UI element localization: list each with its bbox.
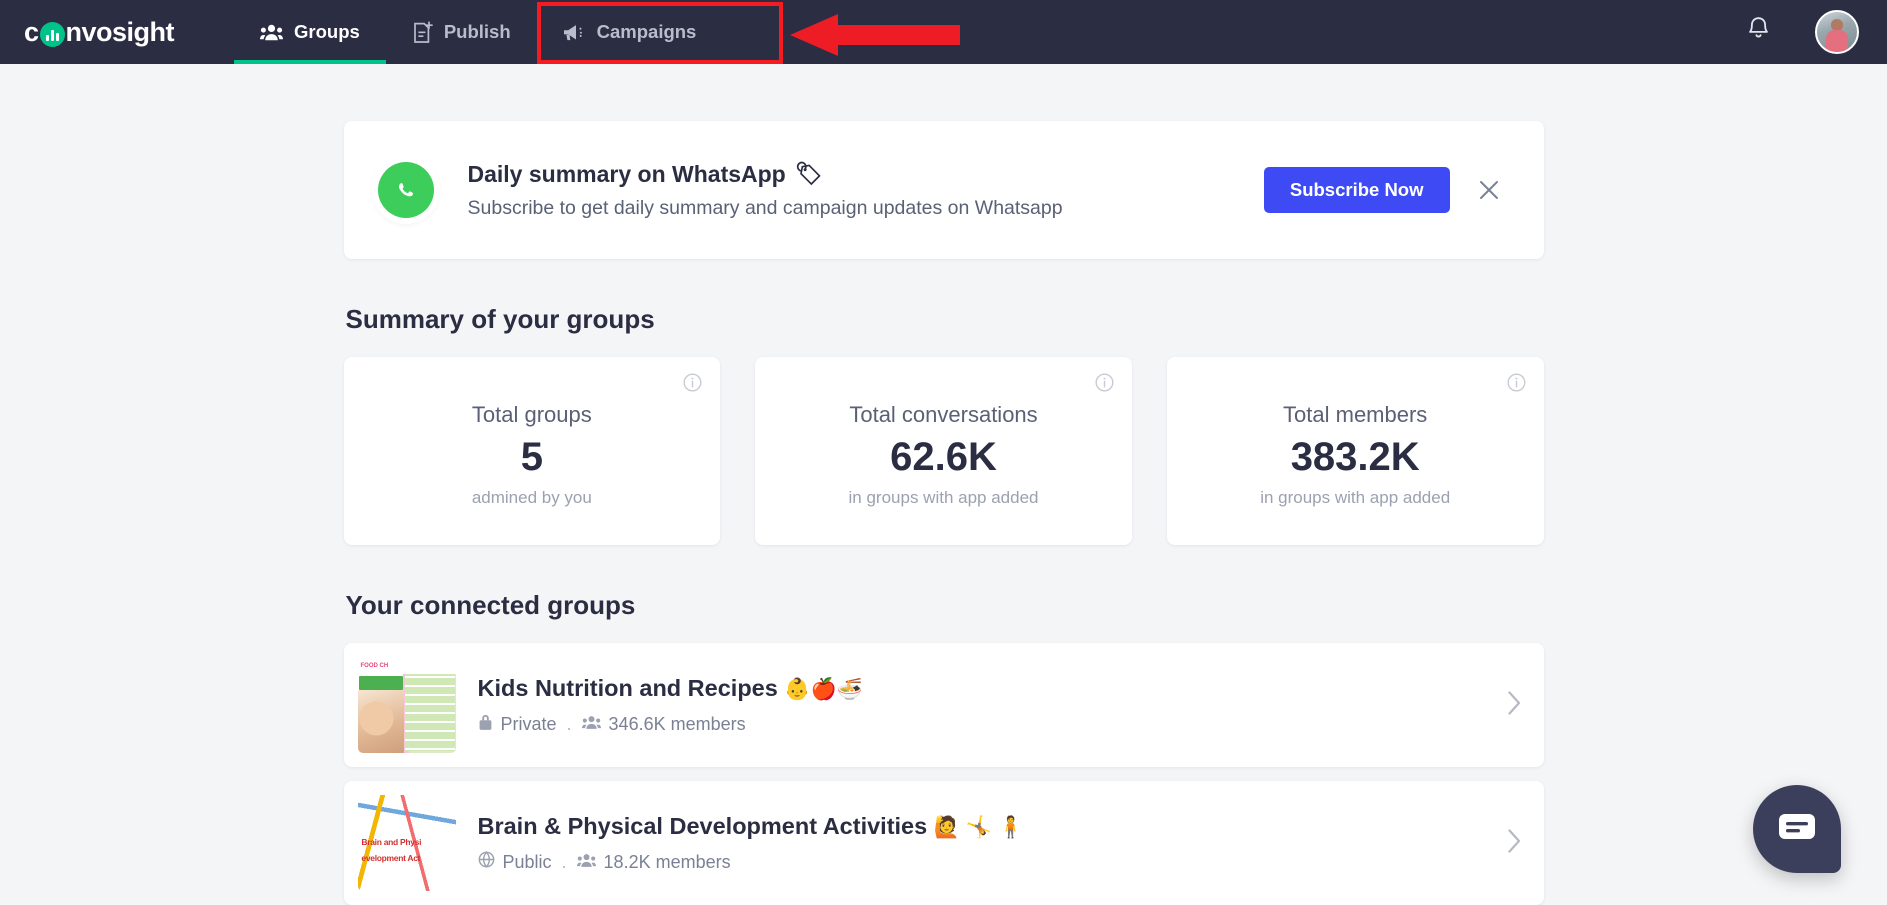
group-thumbnail: FOOD CH bbox=[357, 657, 456, 753]
nav-tab-groups-label: Groups bbox=[294, 21, 360, 42]
top-navigation-bar: c nvosight Groups Publish Campaigns bbox=[0, 0, 1887, 64]
stat-label: Total conversations bbox=[849, 402, 1038, 427]
info-icon[interactable] bbox=[1507, 373, 1526, 397]
people-icon bbox=[581, 714, 601, 735]
nav-tab-publish-label: Publish bbox=[443, 21, 511, 42]
nav-tab-groups[interactable]: Groups bbox=[234, 0, 386, 64]
connected-groups-heading: Your connected groups bbox=[345, 590, 636, 620]
app-logo[interactable]: c nvosight bbox=[24, 0, 175, 64]
group-name-row: Brain & Physical Development Activities … bbox=[478, 813, 1493, 840]
group-privacy: Public bbox=[478, 851, 552, 873]
content-container: Daily summary on WhatsApp 🏷 Subscribe to… bbox=[343, 64, 1544, 905]
summary-stat-cards: Total groups 5 admined by you Total conv… bbox=[343, 357, 1544, 545]
stat-label: Total members bbox=[1283, 402, 1428, 427]
whatsapp-summary-banner: Daily summary on WhatsApp 🏷 Subscribe to… bbox=[343, 121, 1544, 259]
user-avatar[interactable] bbox=[1815, 10, 1859, 54]
banner-title: Daily summary on WhatsApp bbox=[467, 160, 786, 187]
stat-card-total-conversations: Total conversations 62.6K in groups with… bbox=[755, 357, 1132, 545]
thumbnail-tagline bbox=[359, 676, 403, 690]
group-members: 346.6K members bbox=[581, 713, 746, 735]
stat-footnote: in groups with app added bbox=[848, 488, 1039, 507]
subscribe-now-button[interactable]: Subscribe Now bbox=[1263, 167, 1450, 213]
group-info: Brain & Physical Development Activities … bbox=[478, 813, 1493, 873]
chat-bubble-icon bbox=[1778, 812, 1816, 847]
banner-title-row: Daily summary on WhatsApp 🏷 bbox=[468, 161, 1264, 188]
logo-text-before: c bbox=[24, 16, 39, 47]
page-body: Daily summary on WhatsApp 🏷 Subscribe to… bbox=[0, 64, 1887, 905]
nav-tab-publish[interactable]: Publish bbox=[386, 0, 537, 64]
stat-label: Total groups bbox=[471, 402, 592, 427]
stat-footnote: in groups with app added bbox=[1260, 488, 1451, 507]
megaphone-icon bbox=[563, 23, 586, 42]
chevron-right-icon[interactable] bbox=[1493, 690, 1522, 721]
group-meta: Public . 18.2K members bbox=[478, 851, 1493, 873]
nav-tab-campaigns-label: Campaigns bbox=[596, 21, 697, 42]
group-meta: Private . 346.6K members bbox=[478, 713, 1493, 736]
nav-tab-campaigns[interactable]: Campaigns bbox=[537, 0, 723, 64]
logo-text: c nvosight bbox=[24, 16, 175, 48]
group-name: Kids Nutrition and Recipes bbox=[477, 674, 778, 701]
banner-text: Daily summary on WhatsApp 🏷 Subscribe to… bbox=[468, 161, 1264, 220]
nav-right-actions bbox=[1746, 10, 1859, 54]
group-privacy-label: Public bbox=[502, 851, 552, 872]
tag-emoji-icon: 🏷 bbox=[794, 161, 823, 186]
globe-icon bbox=[478, 851, 495, 873]
stat-card-total-members: Total members 383.2K in groups with app … bbox=[1166, 357, 1544, 545]
group-members: 18.2K members bbox=[576, 851, 731, 873]
banner-subtitle: Subscribe to get daily summary and campa… bbox=[467, 196, 1063, 219]
people-icon bbox=[260, 24, 284, 41]
whatsapp-icon bbox=[375, 160, 436, 220]
annotation-arrow-icon bbox=[790, 14, 960, 56]
group-name: Brain & Physical Development Activities bbox=[477, 813, 928, 839]
thumbnail-header-text: FOOD CH bbox=[357, 657, 456, 675]
stat-value: 383.2K bbox=[1290, 435, 1420, 479]
chevron-right-icon[interactable] bbox=[1493, 828, 1522, 859]
close-icon[interactable] bbox=[1470, 171, 1508, 209]
group-privacy-label: Private bbox=[500, 713, 557, 734]
thumbnail-line-1: Brain and Physi bbox=[361, 837, 422, 848]
document-plus-icon bbox=[412, 20, 433, 44]
notification-bell-icon[interactable] bbox=[1746, 16, 1771, 48]
group-members-label: 346.6K members bbox=[608, 713, 746, 734]
logo-chart-icon bbox=[39, 21, 65, 47]
group-name-row: Kids Nutrition and Recipes 👶🍎🍜 bbox=[478, 675, 1493, 702]
nav-tabs: Groups Publish Campaigns bbox=[234, 0, 722, 64]
stat-footnote: admined by you bbox=[471, 488, 592, 507]
group-list-item-brain-physical[interactable]: Brain and Physi evelopment Act Brain & P… bbox=[343, 781, 1544, 905]
lock-icon bbox=[478, 713, 493, 736]
group-list-item-kids-nutrition[interactable]: FOOD CH Kids Nutrition and Recipes 👶🍎🍜 P… bbox=[343, 643, 1544, 767]
people-icon bbox=[576, 852, 596, 873]
chat-widget-button[interactable] bbox=[1753, 785, 1841, 873]
group-name-emojis: 👶🍎🍜 bbox=[784, 677, 863, 701]
meta-separator: . bbox=[566, 713, 572, 734]
stat-card-total-groups: Total groups 5 admined by you bbox=[343, 357, 721, 545]
group-members-label: 18.2K members bbox=[603, 851, 731, 872]
stat-value: 62.6K bbox=[890, 435, 997, 479]
meta-separator: . bbox=[561, 851, 567, 872]
thumbnail-line-2: evelopment Act bbox=[361, 852, 421, 863]
group-thumbnail: Brain and Physi evelopment Act bbox=[357, 795, 456, 891]
info-icon[interactable] bbox=[683, 373, 702, 397]
group-info: Kids Nutrition and Recipes 👶🍎🍜 Private .… bbox=[478, 675, 1493, 736]
logo-text-after: nvosight bbox=[65, 16, 175, 47]
group-name-emojis: 🙋 🤸 🧍 bbox=[933, 816, 1024, 839]
group-privacy: Private bbox=[478, 713, 557, 736]
summary-heading: Summary of your groups bbox=[345, 304, 655, 334]
info-icon[interactable] bbox=[1095, 373, 1114, 397]
stat-value: 5 bbox=[520, 435, 543, 479]
